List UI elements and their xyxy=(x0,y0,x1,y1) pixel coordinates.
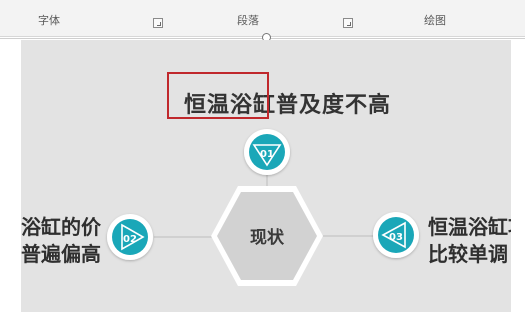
center-label: 现状 xyxy=(250,227,285,248)
text-selection-box[interactable] xyxy=(167,72,269,119)
badge-02-number: 02 xyxy=(123,234,137,245)
right-text-line-1: 恒温浴缸功 xyxy=(428,215,511,239)
left-text-block[interactable]: 浴缸的价 普遍偏高 xyxy=(21,214,101,268)
badge-03-number: 03 xyxy=(389,232,403,243)
left-text-line-2: 普遍偏高 xyxy=(21,242,101,266)
left-text-line-1: 浴缸的价 xyxy=(21,215,101,239)
right-text-block[interactable]: 恒温浴缸功 比较单调 xyxy=(428,214,511,268)
badge-01-number: 01 xyxy=(260,149,274,160)
right-text-line-2: 比较单调 xyxy=(428,242,508,266)
